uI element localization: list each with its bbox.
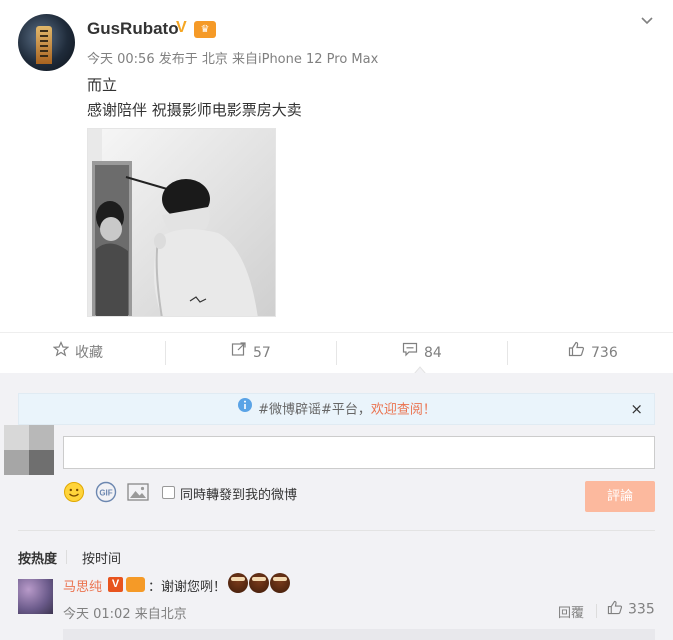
close-icon[interactable]: ×: [630, 394, 643, 424]
rumor-notice-banner: #微博辟谣#平台，欢迎查阅！ ×: [18, 393, 655, 425]
sort-divider: [66, 550, 67, 564]
more-chevron-icon[interactable]: [639, 12, 655, 32]
vip-crown-icon: ♛: [194, 21, 216, 38]
user-avatar[interactable]: [18, 14, 75, 71]
repost-count: 57: [253, 345, 271, 361]
comment-like-count: 335: [628, 601, 655, 618]
next-comment-preview: [63, 629, 655, 640]
comment-input[interactable]: [63, 436, 655, 469]
star-icon: [52, 333, 70, 373]
submit-comment-button[interactable]: 評論: [585, 481, 655, 512]
cake-emoji-icon: [228, 573, 248, 593]
post-meta: 今天 00:56 发布于 北京 来自iPhone 12 Pro Max: [87, 52, 379, 67]
reply-button[interactable]: 回覆: [558, 602, 584, 621]
repost-button[interactable]: 57: [231, 333, 271, 373]
thumbs-up-icon: [568, 333, 585, 373]
commenter-name[interactable]: 马思纯: [63, 576, 102, 595]
share-arrow-icon: [231, 333, 247, 373]
comment-count: 84: [424, 345, 442, 361]
comment-text: ：谢谢您咧！: [148, 580, 227, 595]
vip-crown-icon: [126, 577, 145, 592]
action-divider: [507, 341, 508, 365]
cake-emoji-icon: [270, 573, 290, 593]
notice-text: #微博辟谣#平台，: [258, 402, 371, 418]
cake-emoji-icon: [249, 573, 269, 593]
repost-checkbox[interactable]: [162, 486, 175, 499]
comment-action-divider: [596, 604, 597, 618]
emoji-icon[interactable]: [63, 481, 85, 507]
post-username[interactable]: GusRubato: [87, 19, 179, 39]
image-icon[interactable]: [127, 483, 149, 505]
post-action-bar: 收藏 57 84 736: [0, 332, 673, 372]
sort-by-time-tab[interactable]: 按时间: [82, 548, 121, 567]
favorite-button[interactable]: 收藏: [52, 333, 103, 373]
like-button[interactable]: 736: [568, 333, 618, 373]
notice-link[interactable]: 欢迎查阅！: [371, 403, 436, 418]
info-icon: [237, 394, 253, 426]
repost-checkbox-label: 同時轉發到我的微博: [180, 488, 298, 503]
svg-text:GIF: GIF: [99, 489, 112, 498]
verified-v-icon: V: [176, 19, 187, 36]
gif-icon[interactable]: GIF: [95, 481, 117, 507]
post-text-line2: 感谢陪伴 祝摄影师电影票房大卖: [87, 101, 302, 119]
sort-by-hot-tab[interactable]: 按热度: [18, 548, 57, 567]
section-divider: [18, 530, 655, 531]
action-divider: [165, 341, 166, 365]
post-photo[interactable]: [87, 128, 276, 317]
comment-like-button[interactable]: 335: [607, 600, 655, 619]
comment-section: #微博辟谣#平台，欢迎查阅！ × GIF 同時轉發到我的微博 評論 按热度 按时…: [0, 373, 673, 640]
weibo-post: GusRubato V ♛ 今天 00:56 发布于 北京 来自iPhone 1…: [0, 0, 673, 332]
like-count: 736: [591, 345, 618, 361]
thumbs-up-icon: [607, 600, 623, 619]
my-avatar: [4, 425, 54, 475]
commenter-avatar[interactable]: [18, 579, 53, 614]
action-divider: [336, 341, 337, 365]
post-text-line1: 而立: [87, 76, 118, 94]
favorite-label: 收藏: [75, 345, 103, 361]
comment-time: 今天 01:02 来自北京: [63, 607, 187, 622]
verified-v-icon: V: [108, 577, 123, 592]
